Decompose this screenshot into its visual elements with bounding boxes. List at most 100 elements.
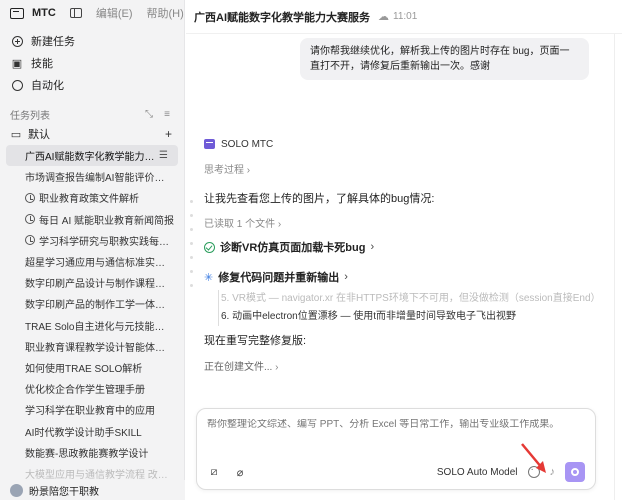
sidebar: MTC 编辑(E) 帮助(H) 新建任务 ▣ 技能 自动化 任务列表 ⤡ ≡ ▭…	[0, 0, 185, 500]
nav-automation-label: 自动化	[31, 80, 64, 92]
filter-icon[interactable]: ≡	[160, 109, 174, 120]
task-item[interactable]: 学习科学在职业教育中的应用	[0, 399, 184, 420]
task-list-header: 任务列表 ⤡ ≡	[0, 104, 184, 124]
task-item-label: AI时代教学设计助手SKILL	[25, 427, 142, 439]
user-profile[interactable]: 盼景陪您干职教	[0, 480, 185, 500]
task-item-label: 数能赛-思政教能赛教学设计	[25, 448, 149, 460]
model-selector[interactable]: SOLO Auto Model	[437, 467, 518, 478]
add-task-button[interactable]: +	[163, 128, 174, 140]
task-item[interactable]: 数字印刷产品的制作工学一体化课程建设	[0, 293, 184, 314]
attach-icon[interactable]: ⌀	[233, 465, 247, 479]
menu-help[interactable]: 帮助(H)	[147, 5, 184, 21]
folder-icon: ▭	[10, 128, 22, 141]
task-item-label: 数字印刷产品设计与制作课程教学方案	[25, 279, 174, 291]
task-item-label: 如何使用TRAE SOLO解析	[25, 363, 143, 375]
step-diagnose[interactable]: 诊断VR仿真页面加载卡死bug ›	[204, 239, 594, 255]
task-item-label: 数字印刷产品的制作工学一体化课程建设	[25, 300, 174, 312]
task-list: 广西AI赋能数字化教学能力大赛服务 ☰ 市场调查报告编制AI智能评价学习系统... 职…	[0, 145, 184, 484]
microphone-icon[interactable]: ♪	[550, 466, 556, 478]
timeline-dots	[190, 200, 194, 320]
nav-new-task[interactable]: 新建任务	[0, 30, 184, 52]
task-item[interactable]: 超星学习通应用与通信标准实践研究	[0, 251, 184, 272]
scheduled-clock-icon	[25, 192, 35, 203]
step-fix-label: 修复代码问题并重新输出	[218, 272, 340, 284]
task-item[interactable]: TRAE Solo自主进化与元技能开发	[0, 315, 184, 336]
fix-item: 6. 动画中electron位置漂移 — 使用t而非增量时间导致电子飞出视野	[221, 311, 517, 322]
composer: ⧄ ⌀ SOLO Auto Model ♪	[196, 408, 596, 490]
bot-icon	[204, 139, 215, 149]
creating-file-toggle[interactable]: 正在创建文件... ›	[204, 358, 594, 373]
composer-tools: ⧄ ⌀	[207, 465, 247, 479]
task-item[interactable]: 广西AI赋能数字化教学能力大赛服务 ☰	[6, 145, 178, 167]
app-logo-icon	[10, 7, 24, 19]
chat-title: 广西AI赋能数字化教学能力大赛服务	[194, 11, 370, 24]
prompt-input[interactable]	[207, 419, 577, 430]
skills-icon: ▣	[11, 57, 23, 70]
thinking-label: 思考过程	[204, 165, 244, 176]
read-files-toggle[interactable]: 已读取 1 个文件 ›	[204, 215, 594, 230]
title-bar: MTC 编辑(E) 帮助(H)	[0, 0, 184, 26]
collapse-icon[interactable]: ⤡	[142, 109, 156, 120]
fix-item: 5. VR模式 — navigator.xr 在非HTTPS环境下不可用，但没做…	[221, 293, 594, 304]
spinner-icon: ✳	[204, 271, 214, 284]
clock-icon	[11, 79, 23, 91]
redo-label: 现在重写完整修复版:	[204, 335, 307, 347]
task-item[interactable]: 数字印刷产品设计与制作课程教学方案	[0, 272, 184, 293]
chat-header: 广西AI赋能数字化教学能力大赛服务 ☁ 11:01	[186, 0, 622, 34]
context-icon[interactable]	[527, 464, 540, 478]
read-files-label: 已读取 1 个文件	[204, 219, 276, 230]
chevron-right-icon: ›	[275, 362, 279, 373]
task-list-icon[interactable]: ☰	[159, 150, 168, 161]
group-default-label: 默认	[28, 129, 50, 141]
task-item[interactable]: 数能赛-思政教能赛教学设计	[0, 442, 184, 463]
task-item-label: TRAE Solo自主进化与元技能开发	[25, 321, 174, 333]
task-item-label: 大模型应用与通信教学流程 改进中的沙	[25, 469, 174, 481]
bot-header: SOLO MTC	[204, 137, 594, 151]
task-item[interactable]: 学习科学研究与职教实践每日文章	[0, 230, 184, 251]
task-item[interactable]: 每日 AI 赋能职业教育新闻简报	[0, 209, 184, 230]
task-item[interactable]: 如何使用TRAE SOLO解析	[0, 357, 184, 378]
main-panel: 广西AI赋能数字化教学能力大赛服务 ☁ 11:01 请你帮我继续优化，解析我上传…	[186, 0, 622, 500]
right-rail	[614, 34, 622, 500]
nav-new-task-label: 新建任务	[31, 36, 75, 48]
chat-time: 11:01	[393, 11, 418, 22]
app-name: MTC	[32, 7, 56, 19]
step-diagnose-label: 诊断VR仿真页面加载卡死bug	[220, 242, 366, 254]
task-item[interactable]: 职业教育政策文件解析	[0, 187, 184, 208]
nav-automation[interactable]: 自动化	[0, 74, 184, 96]
nav-skills[interactable]: ▣ 技能	[0, 52, 184, 74]
task-item[interactable]: 职业教育课程教学设计智能体开发	[0, 336, 184, 357]
task-item-label: 职业教育课程教学设计智能体开发	[25, 342, 174, 354]
chevron-right-icon: ›	[277, 219, 282, 230]
thinking-toggle[interactable]: 思考过程 ›	[204, 161, 594, 176]
nav-skills-label: 技能	[31, 58, 53, 70]
task-item[interactable]: AI时代教学设计助手SKILL	[0, 420, 184, 441]
plus-circle-icon	[11, 35, 23, 47]
task-item[interactable]: 优化校企合作学生管理手册	[0, 378, 184, 399]
fix-details: 5. VR模式 — navigator.xr 在非HTTPS环境下不可用，但没做…	[218, 290, 594, 326]
user-name: 盼景陪您干职教	[29, 486, 99, 498]
task-item-label: 学习科学在职业教育中的应用	[25, 406, 155, 418]
task-item-label: 超星学习通应用与通信标准实践研究	[25, 258, 174, 270]
menu-edit[interactable]: 编辑(E)	[96, 5, 133, 21]
sidebar-nav: 新建任务 ▣ 技能 自动化	[0, 26, 184, 96]
group-default[interactable]: ▭ 默认 +	[0, 124, 184, 144]
creating-file-label: 正在创建文件...	[204, 362, 273, 373]
scheduled-clock-icon	[25, 214, 35, 225]
intro-text: 让我先查看您上传的图片，了解具体的bug情况:	[204, 193, 435, 205]
step-fix[interactable]: ✳ 修复代码问题并重新输出 ›	[204, 269, 594, 285]
sidebar-toggle-icon[interactable]	[69, 8, 82, 18]
assistant-message: SOLO MTC 思考过程 › 让我先查看您上传的图片，了解具体的bug情况: …	[204, 137, 594, 373]
task-item-label: 广西AI赋能数字化教学能力大赛服务	[25, 152, 155, 164]
chevron-right-icon: ›	[344, 271, 348, 283]
bot-name: SOLO MTC	[221, 138, 274, 150]
check-circle-icon	[204, 241, 215, 253]
task-item-label: 每日 AI 赋能职业教育新闻简报	[39, 215, 174, 227]
task-item-label: 职业教育政策文件解析	[39, 194, 139, 206]
slash-command-icon[interactable]: ⧄	[207, 465, 221, 479]
task-item[interactable]: 市场调查报告编制AI智能评价学习系统...	[0, 166, 184, 187]
send-button[interactable]	[565, 462, 585, 482]
chevron-right-icon: ›	[246, 165, 251, 176]
chevron-right-icon: ›	[370, 241, 375, 253]
scheduled-clock-icon	[25, 235, 35, 246]
